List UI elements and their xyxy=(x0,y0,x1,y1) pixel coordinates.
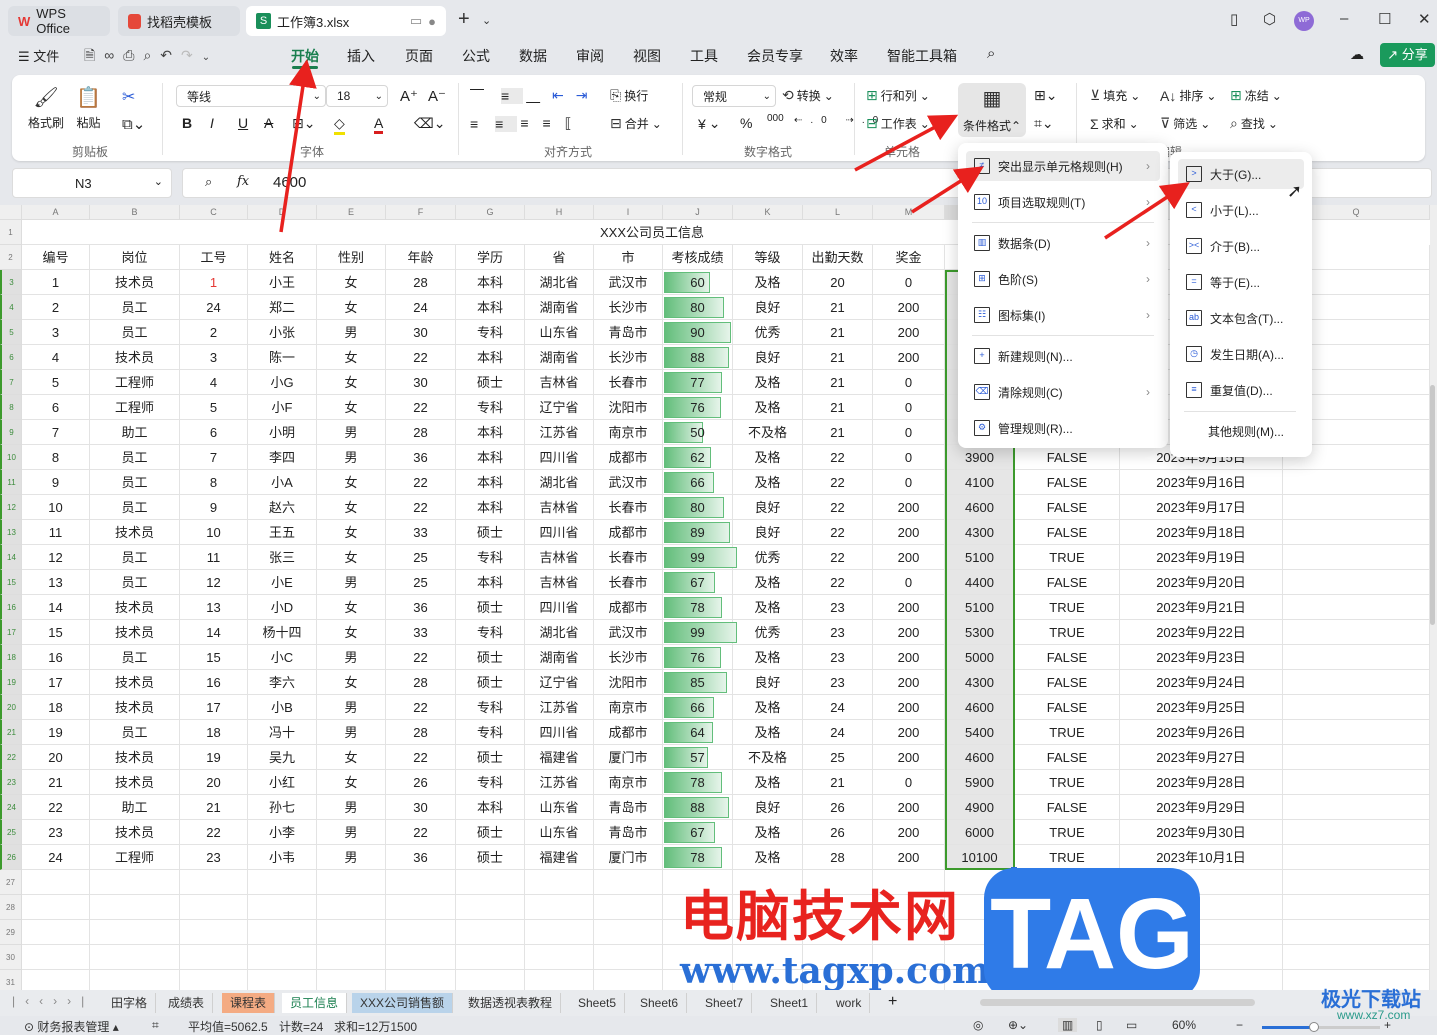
arrow-to-highlight-rules xyxy=(911,166,984,214)
arrow-to-start-tab xyxy=(279,59,317,233)
arrow-to-greater-than xyxy=(1104,182,1190,240)
annotation-arrows xyxy=(279,59,1190,240)
arrow-to-conditional-format xyxy=(854,114,959,172)
